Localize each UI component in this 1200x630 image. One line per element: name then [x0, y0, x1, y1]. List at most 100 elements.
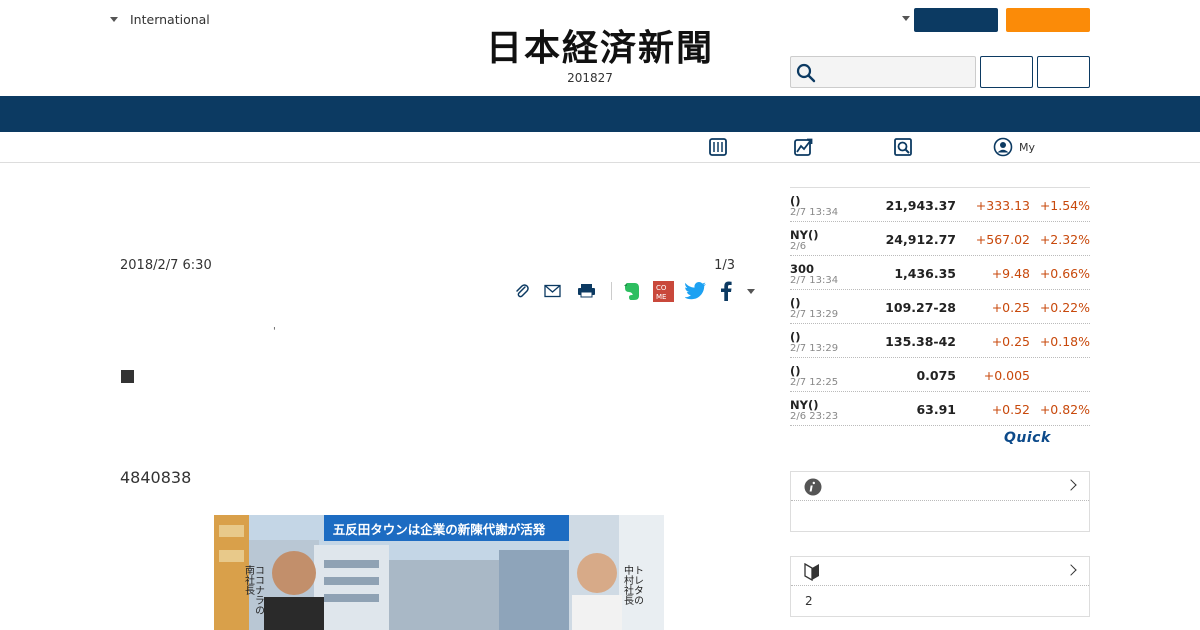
subnav-item-newspaper[interactable] — [708, 137, 728, 157]
market-change: +0.005 — [983, 368, 1030, 383]
come-icon: CO ME — [652, 280, 674, 302]
search-box[interactable] — [790, 56, 976, 88]
market-name: () — [790, 194, 801, 208]
subnav-item-my[interactable]: My — [993, 137, 1035, 157]
market-time: 2/7 13:34 — [790, 207, 839, 218]
mail-button[interactable] — [542, 280, 562, 302]
beginner-box-text: 2 — [805, 594, 813, 608]
market-row[interactable]: () 2/7 13:34 21,943.37 +333.13 +1.54% — [790, 188, 1090, 222]
beginner-box-header[interactable] — [791, 557, 1089, 586]
section-bullet-icon — [121, 370, 134, 383]
market-percent: +0.66% — [1039, 266, 1090, 281]
market-value: 109.27-28 — [885, 300, 956, 315]
newspaper-icon — [709, 138, 727, 156]
evernote-button[interactable] — [621, 280, 643, 302]
header-button-2[interactable] — [1037, 56, 1090, 88]
subscribe-button[interactable] — [1006, 8, 1090, 32]
chevron-right-icon — [1065, 564, 1077, 576]
subnav-item-search[interactable] — [893, 137, 913, 157]
beginner-box: 2 — [790, 556, 1090, 617]
info-box — [790, 471, 1090, 532]
region-label: International — [130, 12, 210, 27]
facebook-icon — [721, 281, 732, 301]
market-name: () — [790, 364, 801, 378]
market-percent: +2.32% — [1039, 232, 1090, 247]
market-time: 2/7 13:34 — [790, 275, 839, 286]
edition-number: 201827 — [567, 71, 613, 85]
print-button[interactable] — [575, 280, 597, 302]
quick-logo[interactable]: Quick — [1004, 430, 1051, 446]
caret-down-icon — [747, 288, 755, 294]
clip-button[interactable] — [512, 280, 532, 302]
market-time: 2/7 12:25 — [790, 377, 839, 388]
info-box-body — [791, 501, 1089, 531]
subnav-item-markets[interactable] — [793, 137, 813, 157]
caret-down-icon[interactable] — [902, 16, 910, 21]
evernote-icon — [624, 283, 639, 300]
paperclip-icon — [516, 284, 529, 298]
user-icon — [993, 137, 1013, 157]
market-value: 0.075 — [916, 368, 956, 383]
svg-text:ME: ME — [656, 293, 666, 301]
article-number-text: 4840838 — [120, 468, 192, 487]
market-row[interactable]: NY() 2/6 23:23 63.91 +0.52 +0.82% — [790, 392, 1090, 426]
market-value: 24,912.77 — [885, 232, 956, 247]
market-name: 300 — [790, 262, 815, 276]
market-time: 2/7 13:29 — [790, 343, 839, 354]
site-logo[interactable]: 日本経済新聞 — [450, 28, 750, 68]
market-value: 21,943.37 — [885, 198, 956, 213]
market-value: 1,436.35 — [894, 266, 956, 281]
svg-text:ココナラの: ココナラの — [253, 565, 265, 615]
article-date: 2018/2/7 6:30 — [120, 258, 212, 273]
market-name: () — [790, 330, 801, 344]
share-divider — [611, 282, 612, 300]
market-name: () — [790, 296, 801, 310]
market-change: +0.25 — [991, 300, 1030, 315]
article-page-indicator: 1/3 — [714, 258, 735, 273]
market-value: 135.38-42 — [885, 334, 956, 349]
beginner-box-body: 2 — [791, 586, 1089, 616]
chevron-right-icon — [1065, 479, 1077, 491]
svg-text:CO: CO — [656, 284, 667, 292]
market-percent: +1.54% — [1039, 198, 1090, 213]
market-change: +9.48 — [991, 266, 1030, 281]
market-time: 2/7 13:29 — [790, 309, 839, 320]
chart-icon — [794, 138, 813, 156]
logo-text: 日本経済新聞 — [485, 27, 714, 69]
market-percent: +0.82% — [1039, 402, 1090, 417]
market-change: +0.25 — [991, 334, 1030, 349]
search-doc-icon — [894, 138, 912, 156]
login-button[interactable] — [914, 8, 998, 32]
market-row[interactable]: () 2/7 13:29 135.38-42 +0.25 +0.18% — [790, 324, 1090, 358]
sub-navigation: My — [0, 132, 1200, 163]
market-percent: +0.18% — [1039, 334, 1090, 349]
search-icon[interactable] — [795, 62, 817, 84]
main-navigation-bar[interactable] — [0, 96, 1200, 132]
twitter-icon — [685, 282, 706, 300]
market-row[interactable]: 300 2/7 13:34 1,436.35 +9.48 +0.66% — [790, 256, 1090, 290]
market-data-table: () 2/7 13:34 21,943.37 +333.13 +1.54% NY… — [790, 187, 1090, 426]
search-input[interactable] — [821, 59, 971, 85]
info-box-header[interactable] — [791, 472, 1089, 501]
come-button[interactable]: CO ME — [652, 280, 674, 302]
svg-text:トレタの: トレタの — [632, 565, 644, 605]
article-mark: ' — [273, 326, 276, 337]
beginner-mark-icon — [804, 563, 819, 581]
region-selector[interactable]: International — [110, 12, 210, 27]
market-name: NY() — [790, 228, 819, 242]
market-time: 2/6 23:23 — [790, 411, 839, 422]
header-button-1[interactable] — [980, 56, 1033, 88]
market-change: +567.02 — [975, 232, 1030, 247]
mail-icon — [543, 284, 561, 298]
info-icon — [804, 478, 822, 496]
article-photo[interactable]: ココナラの 南社長 トレタの 中村社長 五反田タウンは企業の新陳代謝が活発 — [214, 515, 664, 630]
market-row[interactable]: () 2/7 12:25 0.075 +0.005 — [790, 358, 1090, 392]
my-label: My — [1019, 140, 1036, 154]
twitter-button[interactable] — [684, 280, 708, 302]
market-row[interactable]: NY() 2/6 24,912.77 +567.02 +2.32% — [790, 222, 1090, 256]
market-change: +0.52 — [991, 402, 1030, 417]
market-row[interactable]: () 2/7 13:29 109.27-28 +0.25 +0.22% — [790, 290, 1090, 324]
facebook-button[interactable] — [716, 280, 736, 302]
caret-down-icon — [110, 17, 118, 22]
more-share-button[interactable] — [744, 280, 758, 302]
